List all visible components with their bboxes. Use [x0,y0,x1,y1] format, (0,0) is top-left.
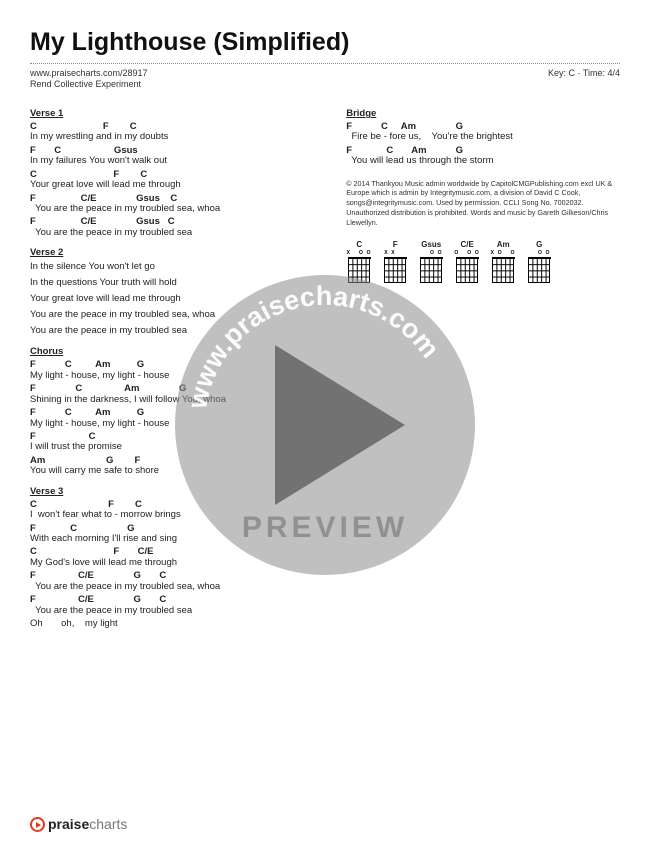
lyrics: You are the peace in my troubled sea [30,325,318,338]
fret-marks: X O O [346,251,372,256]
lyrics: My light - house, my light - house [30,371,318,381]
lyrics: In my failures You won't walk out [30,156,318,166]
fret-marks: O O [418,251,444,256]
lyrics: My light - house, my light - house [30,419,318,429]
lyrics: With each morning I'll rise and sing [30,534,318,544]
lyrics: In my wrestling and in my doubts [30,132,318,142]
chord-diagram-g: G O O [526,241,552,282]
footer-logo: praisecharts [30,816,127,832]
chord-label: F [393,241,398,249]
bridge-title: Bridge [346,109,620,119]
lyrics: In the questions Your truth will hold [30,277,318,290]
lyrics: Fire be - fore us, You're the brightest [346,132,620,142]
lyrics: You will carry me safe to shore [30,466,318,476]
chord-diagrams: C X O O F X X Gsus O O C/E O O O Am X O … [346,241,620,282]
key-time: Key: C · Time: 4/4 [548,68,620,89]
fret-marks: O O O [454,251,480,256]
lyrics: In the silence You won't let go [30,261,318,274]
meta-row: www.praisecharts.com/28917 Rend Collecti… [30,68,620,89]
chord-label: C/E [461,241,474,249]
chord-diagram-ce: C/E O O O [454,241,480,282]
source-url: www.praisecharts.com/28917 [30,68,148,78]
chord-diagram-f: F X X [382,241,408,282]
chord-diagram-am: Am X O O [490,241,516,282]
lyrics: I won't fear what to - morrow brings [30,510,318,520]
chord-label: G [536,241,542,249]
fret-marks: X O O [490,251,516,256]
right-column: Bridge F C Am G Fire be - fore us, You'r… [346,109,620,633]
chorus-title: Chorus [30,347,318,357]
lyrics: Shining in the darkness, I will follow Y… [30,395,318,405]
brand-light: charts [89,816,127,832]
divider [30,63,620,64]
verse-1-title: Verse 1 [30,109,318,119]
lyrics: You are the peace in my troubled sea [30,606,318,616]
verse-3-title: Verse 3 [30,487,318,497]
chords: F C Am G [30,408,318,418]
left-column: Verse 1 C F C In my wrestling and in my … [30,109,318,633]
brand-bold: praise [48,816,89,832]
lyrics: You will lead us through the storm [346,156,620,166]
chord-label: Gsus [421,241,441,249]
lyrics: You are the peace in my troubled sea, wh… [30,309,318,322]
chord-diagram-c: C X O O [346,241,372,282]
chord-label: Am [497,241,510,249]
song-title: My Lighthouse (Simplified) [30,28,620,57]
fret-marks: O O [526,251,552,256]
lyrics: You are the peace in my troubled sea, wh… [30,204,318,214]
verse-2-title: Verse 2 [30,248,318,258]
lyrics: Your great love will lead me through [30,293,318,306]
artist-name: Rend Collective Experiment [30,79,148,89]
play-icon [30,817,45,832]
chord-diagram-gsus: Gsus O O [418,241,444,282]
fret-marks: X X [382,251,408,256]
chord-label: C [356,241,362,249]
lyrics: Your great love will lead me through [30,180,318,190]
lyrics: You are the peace in my troubled sea [30,228,318,238]
lyrics: Oh oh, my light [30,619,318,629]
copyright-text: © 2014 Thankyou Music admin worldwide by… [346,179,620,228]
lyrics: You are the peace in my troubled sea, wh… [30,582,318,592]
lyrics: My God's love will lead me through [30,558,318,568]
lyrics: I will trust the promise [30,442,318,452]
